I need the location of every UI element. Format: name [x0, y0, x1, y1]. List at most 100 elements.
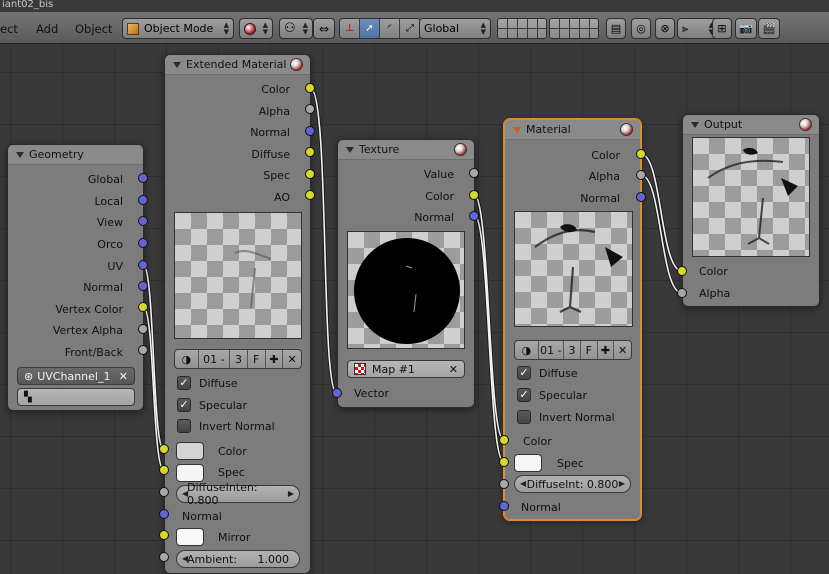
menu-object[interactable]: Object [75, 22, 112, 36]
extended-material-node-header[interactable]: Extended Material [165, 55, 310, 75]
diffuse-checkbox[interactable]: ✓ Diffuse [177, 376, 238, 390]
vertex-color-field[interactable]: ▚ [17, 388, 135, 406]
socket-diffuse-int-in[interactable] [499, 479, 509, 489]
material-slot-selector[interactable]: ◑ 01 - 3 F ✚ ✕ [514, 340, 632, 360]
increment-arrow-icon[interactable]: ▶ [619, 479, 625, 488]
texture-node-header[interactable]: Texture [338, 140, 474, 160]
socket-spec-in[interactable] [159, 465, 169, 475]
socket-uv[interactable] [138, 260, 148, 270]
render-anim-button[interactable]: 🎬 [758, 18, 780, 39]
unlink-x-icon[interactable]: ✕ [283, 350, 301, 368]
material-users[interactable]: 3 [564, 341, 581, 359]
socket-color-out[interactable] [469, 190, 479, 200]
material-node-header[interactable]: Material [505, 120, 640, 140]
clear-x-icon[interactable]: ✕ [449, 363, 458, 376]
invert-normal-checkbox[interactable]: Invert Normal [177, 419, 275, 433]
socket-spec-out[interactable] [305, 169, 315, 179]
lock-camera-button[interactable]: ▤ [606, 18, 626, 39]
decrement-arrow-icon[interactable]: ◀ [520, 479, 526, 488]
diffuse-intensity-field[interactable]: ◀ DiffuseInt: 0.800 ▶ [514, 475, 631, 493]
axis-gizmo-icon[interactable]: ⊥ [340, 19, 360, 38]
snap-target-button[interactable]: ⊞ [712, 18, 732, 39]
layers-grid[interactable] [497, 18, 599, 39]
preview-toggle-icon[interactable] [454, 143, 467, 156]
decrement-arrow-icon[interactable]: ◀ [182, 554, 188, 563]
output-node[interactable]: Output Color Alpha [682, 114, 820, 307]
clear-x-icon[interactable]: ✕ [119, 370, 128, 383]
decrement-arrow-icon[interactable]: ◀ [182, 489, 188, 498]
manipulator-toggle[interactable]: ⇔ [313, 18, 335, 39]
diffuse-checkbox[interactable]: ✓ Diffuse [517, 366, 578, 380]
mode-select[interactable]: Object Mode ▲ ▼ [122, 18, 234, 39]
texture-node[interactable]: Texture Value Color Normal Map #1 ✕ Vect… [337, 139, 475, 408]
spec-swatch[interactable] [514, 454, 542, 472]
add-material-icon[interactable]: ✚ [598, 341, 615, 359]
texture-field[interactable]: Map #1 ✕ [347, 360, 465, 378]
translate-icon[interactable]: ➚ [360, 19, 380, 38]
menu-select[interactable]: ect [0, 22, 18, 36]
collapse-triangle-icon[interactable] [173, 61, 181, 68]
socket-normal-in[interactable] [499, 501, 509, 511]
fake-user-toggle[interactable]: F [248, 350, 266, 368]
material-users[interactable]: 3 [230, 350, 248, 368]
socket-color-in[interactable] [499, 435, 509, 445]
increment-arrow-icon[interactable]: ▶ [288, 489, 294, 498]
menu-add[interactable]: Add [36, 22, 58, 36]
pivot-select[interactable]: ⚇ ▲ ▼ [279, 18, 313, 39]
socket-ambient-in[interactable] [159, 552, 169, 562]
invert-normal-checkbox[interactable]: Invert Normal [517, 410, 615, 424]
socket-color-out[interactable] [305, 83, 315, 93]
socket-normal-out[interactable] [469, 211, 479, 221]
extended-material-node[interactable]: Extended Material Color Alpha Normal Dif… [164, 54, 311, 574]
socket-color-out[interactable] [636, 149, 646, 159]
socket-local[interactable] [138, 195, 148, 205]
mirror-swatch[interactable] [176, 528, 204, 546]
socket-alpha-out[interactable] [636, 170, 646, 180]
socket-normal-out[interactable] [305, 126, 315, 136]
material-browse-icon[interactable]: ◑ [175, 350, 199, 368]
material-node[interactable]: Material Color Alpha Normal ◑ 01 - 3 F ✚… [504, 119, 641, 520]
socket-spec-in[interactable] [499, 457, 509, 467]
rotate-icon[interactable]: ◜ [380, 19, 400, 38]
layer-buttons-2[interactable] [549, 18, 599, 39]
socket-orco[interactable] [138, 238, 148, 248]
collapse-triangle-icon[interactable] [346, 146, 354, 153]
unlink-x-icon[interactable]: ✕ [614, 341, 631, 359]
socket-view[interactable] [138, 216, 148, 226]
socket-alpha-out[interactable] [305, 104, 315, 114]
uv-map-field[interactable]: ⊛ UVChannel_1 ✕ [17, 367, 135, 385]
proportional-edit-button[interactable]: ◎ [631, 18, 651, 39]
socket-front-back[interactable] [138, 345, 148, 355]
socket-mirror-in[interactable] [159, 530, 169, 540]
orientation-select[interactable]: Global ▲ ▼ [419, 18, 491, 39]
geometry-node-header[interactable]: Geometry [8, 145, 143, 165]
ambient-field[interactable]: ◀ Ambient: 1.000 [176, 550, 300, 568]
collapse-triangle-icon[interactable] [16, 151, 24, 158]
spec-swatch[interactable] [176, 464, 204, 482]
preview-toggle-icon[interactable] [799, 118, 812, 131]
material-name[interactable]: 01 - [539, 341, 565, 359]
add-material-icon[interactable]: ✚ [266, 350, 284, 368]
geometry-node[interactable]: Geometry Global Local View Orco UV Norma… [7, 144, 144, 411]
output-node-header[interactable]: Output [683, 115, 819, 135]
socket-vertex-color[interactable] [138, 302, 148, 312]
socket-normal[interactable] [138, 281, 148, 291]
viewport-shading-select[interactable]: ▲ ▼ [239, 18, 273, 39]
collapse-triangle-icon[interactable] [513, 126, 521, 133]
socket-vector-in[interactable] [332, 388, 342, 398]
diffuse-intensity-field[interactable]: ◀ DiffuseInten: 0.800 ▶ [176, 481, 300, 507]
socket-vertex-alpha[interactable] [138, 324, 148, 334]
socket-ao-out[interactable] [305, 190, 315, 200]
socket-diffuse-out[interactable] [305, 147, 315, 157]
socket-global[interactable] [138, 173, 148, 183]
specular-checkbox[interactable]: ✓ Specular [177, 398, 247, 412]
collapse-triangle-icon[interactable] [691, 121, 699, 128]
scale-icon[interactable]: ⤢ [400, 19, 420, 38]
fake-user-toggle[interactable]: F [581, 341, 598, 359]
snap-button[interactable]: ⊗ [655, 18, 675, 39]
specular-checkbox[interactable]: ✓ Specular [517, 388, 587, 402]
socket-value-out[interactable] [469, 168, 479, 178]
socket-alpha-in[interactable] [677, 288, 687, 298]
layer-buttons-1[interactable] [497, 18, 547, 39]
material-slot-selector[interactable]: ◑ 01 - 3 F ✚ ✕ [174, 349, 302, 369]
